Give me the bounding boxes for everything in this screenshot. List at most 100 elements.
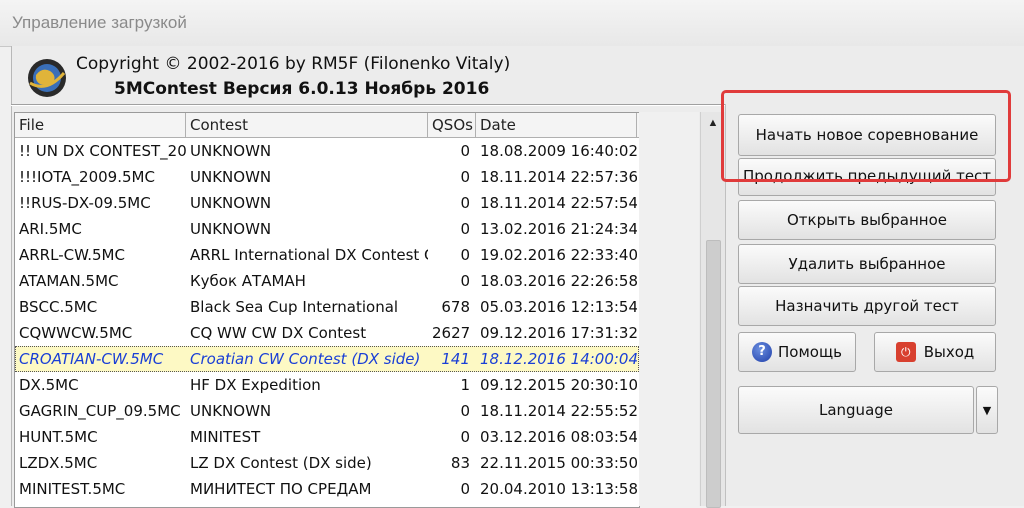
cell-contest: UNKNOWN (190, 402, 272, 420)
open-selected-button-label: Открыть выбранное (787, 211, 947, 229)
cell-date: 18.03.2016 22:26:58 (480, 272, 637, 290)
cell-file: !!!IOTA_2009.5MC (19, 168, 155, 186)
title-bar: Управление загрузкой (0, 0, 1024, 47)
table-row[interactable]: LZDX.5MC LZ DX Contest (DX side) 83 22.11.2… (15, 450, 639, 476)
cell-date: 18.11.2014 22:57:54 (480, 194, 637, 212)
cell-qsos: 0 (460, 272, 470, 290)
table-row[interactable]: !!!IOTA_2009.5MC UNKNOWN 0 18.11.2014 22:57… (15, 164, 639, 190)
table-body: !! UN DX CONTEST_2009UNKNOWN018.08.2009 … (15, 138, 639, 502)
cell-date: 18.08.2009 16:40:02 (480, 142, 637, 160)
copyright-text: Copyright © 2002-2016 by RM5F (Filonenko… (76, 54, 511, 74)
cell-file: DX.5MC (19, 376, 79, 394)
cell-file: MINITEST.5MC (19, 480, 126, 498)
column-header-date[interactable]: Date (476, 113, 637, 137)
cell-date: 09.12.2016 17:31:32 (480, 324, 637, 342)
open-selected-button[interactable]: Открыть выбранное (738, 200, 996, 240)
cell-file: CQWWCW.5MC (19, 324, 133, 342)
delete-selected-button-label: Удалить выбранное (788, 255, 946, 273)
cell-file: LZDX.5MC (19, 454, 98, 472)
cell-qsos: 2627 (432, 324, 471, 342)
cell-contest: Кубок АТАМАН (190, 272, 306, 290)
table-gap (639, 112, 699, 506)
cell-date: 19.02.2016 22:33:40 (480, 246, 637, 264)
table-row[interactable]: DX.5MC HF DX Expedition 1 09.12.2015 20:30:… (15, 372, 639, 398)
table-row[interactable]: !! UN DX CONTEST_2009UNKNOWN 0 18.08.2009 … (15, 138, 639, 164)
cell-date: 22.11.2015 00:33:50 (480, 454, 637, 472)
cell-qsos: 678 (441, 298, 470, 316)
table-row[interactable]: CQWWCW.5MC CQ WW CW DX Contest 2627 09.12.2… (15, 320, 639, 346)
cell-contest: UNKNOWN (190, 142, 272, 160)
cell-file: BSCC.5MC (19, 298, 98, 316)
table-row[interactable]: GAGRIN_CUP_09.5MC UNKNOWN 0 18.11.2014 22:5… (15, 398, 639, 424)
assign-test-button[interactable]: Назначить другой тест (738, 286, 996, 326)
cell-file: CROATIAN-CW.5MC (19, 350, 164, 368)
cell-qsos: 0 (460, 402, 470, 420)
cell-date: 13.02.2016 21:24:34 (480, 220, 637, 238)
cell-date: 20.04.2010 13:13:58 (480, 480, 637, 498)
cell-contest: CQ WW CW DX Contest (190, 324, 367, 342)
cell-qsos: 0 (460, 142, 470, 160)
cell-contest: UNKNOWN (190, 220, 272, 238)
cell-qsos: 0 (460, 428, 470, 446)
cell-contest: Black Sea Cup International (190, 298, 399, 316)
cell-qsos: 0 (460, 480, 470, 498)
exit-button[interactable]: ⏻ Выход (874, 332, 996, 372)
cell-date: 05.03.2016 12:13:54 (480, 298, 637, 316)
cell-file: HUNT.5MC (19, 428, 98, 446)
cell-file: !!RUS-DX-09.5MC (19, 194, 151, 212)
cell-file: !! UN DX CONTEST_2009 (19, 142, 186, 160)
cell-date: 18.11.2014 22:57:36 (480, 168, 637, 186)
help-button[interactable]: ? Помощь (738, 332, 856, 372)
cell-file: ARI.5MC (19, 220, 82, 238)
cell-file: ATAMAN.5MC (19, 272, 119, 290)
column-header-file[interactable]: File (15, 113, 186, 137)
help-circle-icon: ? (752, 342, 773, 362)
cell-date: 18.12.2016 14:00:04 (480, 350, 637, 368)
cell-contest: LZ DX Contest (DX side) (190, 454, 372, 472)
cell-qsos: 141 (441, 350, 470, 368)
window-title: Управление загрузкой (12, 13, 187, 32)
globe-logo-icon (28, 59, 66, 97)
cell-qsos: 0 (460, 168, 470, 186)
language-button[interactable]: Language (738, 386, 974, 434)
cell-contest: ARRL International DX Contest CW (190, 246, 428, 264)
cell-file: GAGRIN_CUP_09.5MC (19, 402, 181, 420)
cell-qsos: 0 (460, 194, 470, 212)
cell-contest: UNKNOWN (190, 194, 272, 212)
cell-contest: HF DX Expedition (190, 376, 321, 394)
cell-qsos: 83 (450, 454, 470, 472)
exit-button-label: Выход (923, 343, 975, 361)
cell-contest: МИНИТЕСТ ПО СРЕДАМ (190, 480, 372, 498)
cell-date: 18.11.2014 22:55:52 (480, 402, 637, 420)
language-button-label: Language (818, 401, 894, 419)
table-row[interactable]: CROATIAN-CW.5MC Croatian CW Contest (DX s… (15, 346, 639, 372)
table-row[interactable]: HUNT.5MC MINITEST 0 03.12.2016 08:03:54 (15, 424, 639, 450)
cell-qsos: 0 (460, 220, 470, 238)
table-row[interactable]: BSCC.5MC Black Sea Cup International 678 05… (15, 294, 639, 320)
table-row[interactable]: ARI.5MC UNKNOWN 0 13.02.2016 21:24:34 (15, 216, 639, 242)
table-row[interactable]: !!RUS-DX-09.5MC UNKNOWN 0 18.11.2014 22:57:… (15, 190, 639, 216)
cell-contest: MINITEST (190, 428, 261, 446)
cell-date: 09.12.2015 20:30:10 (480, 376, 637, 394)
delete-selected-button[interactable]: Удалить выбранное (738, 244, 996, 284)
column-header-contest[interactable]: Contest (186, 113, 428, 137)
cell-file: ARRL-CW.5MC (19, 246, 125, 264)
cell-date: 03.12.2016 08:03:54 (480, 428, 637, 446)
scroll-thumb[interactable] (706, 240, 721, 508)
cell-contest: UNKNOWN (190, 168, 272, 186)
help-button-label: Помощь (778, 343, 842, 361)
language-dropdown-chevron-down-icon[interactable]: ▼ (976, 386, 998, 434)
table-row[interactable]: MINITEST.5MC МИНИТЕСТ ПО СРЕДАМ 0 20.04.201… (15, 476, 639, 502)
table-row[interactable]: ATAMAN.5MC Кубок АТАМАН 0 18.03.2016 22:26:… (15, 268, 639, 294)
contest-file-table[interactable]: File Contest QSOs Date !! UN DX CONTEST_… (14, 112, 640, 508)
assign-test-button-label: Назначить другой тест (775, 297, 959, 315)
table-header: File Contest QSOs Date (15, 113, 639, 138)
cell-qsos: 0 (460, 246, 470, 264)
annotation-highlight-box (721, 90, 1011, 182)
cell-contest: Croatian CW Contest (DX side) (190, 350, 421, 368)
version-text: 5MContest Версия 6.0.13 Ноябрь 2016 (114, 79, 490, 99)
cell-qsos: 1 (460, 376, 470, 394)
table-row[interactable]: ARRL-CW.5MC ARRL International DX Contest… (15, 242, 639, 268)
power-exit-icon: ⏻ (895, 342, 916, 362)
column-header-qsos[interactable]: QSOs (428, 113, 476, 137)
